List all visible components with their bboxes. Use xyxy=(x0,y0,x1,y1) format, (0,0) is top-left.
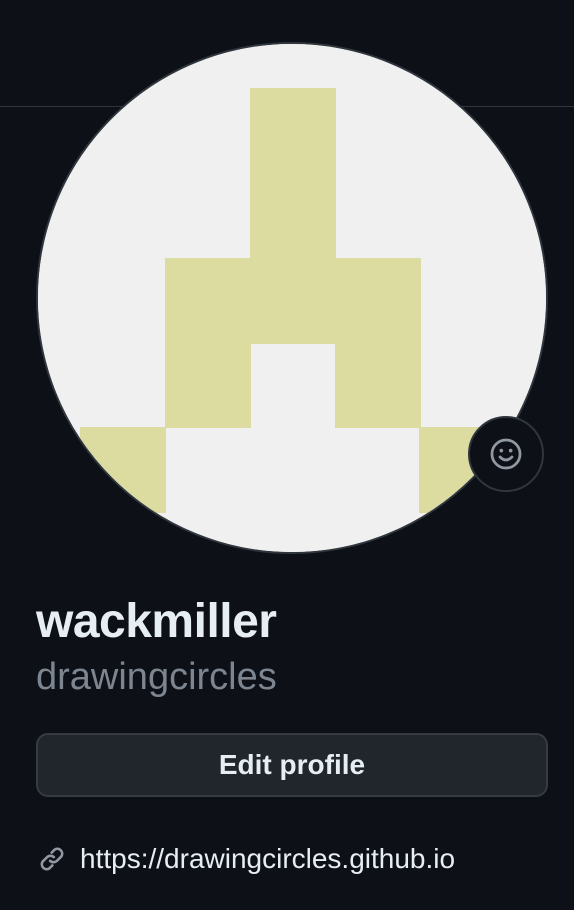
website-link[interactable]: https://drawingcircles.github.io xyxy=(80,843,455,875)
profile-display-name: wackmiller xyxy=(36,595,277,648)
smiley-icon xyxy=(490,438,522,470)
profile-sidebar: wackmiller drawingcircles Edit profile h… xyxy=(0,0,574,910)
identicon-image xyxy=(38,44,546,552)
set-status-button[interactable] xyxy=(468,416,544,492)
profile-username: drawingcircles xyxy=(36,656,277,698)
link-icon xyxy=(36,843,68,875)
website-row: https://drawingcircles.github.io xyxy=(36,838,455,880)
edit-profile-button[interactable]: Edit profile xyxy=(36,733,548,797)
avatar[interactable] xyxy=(36,42,548,554)
